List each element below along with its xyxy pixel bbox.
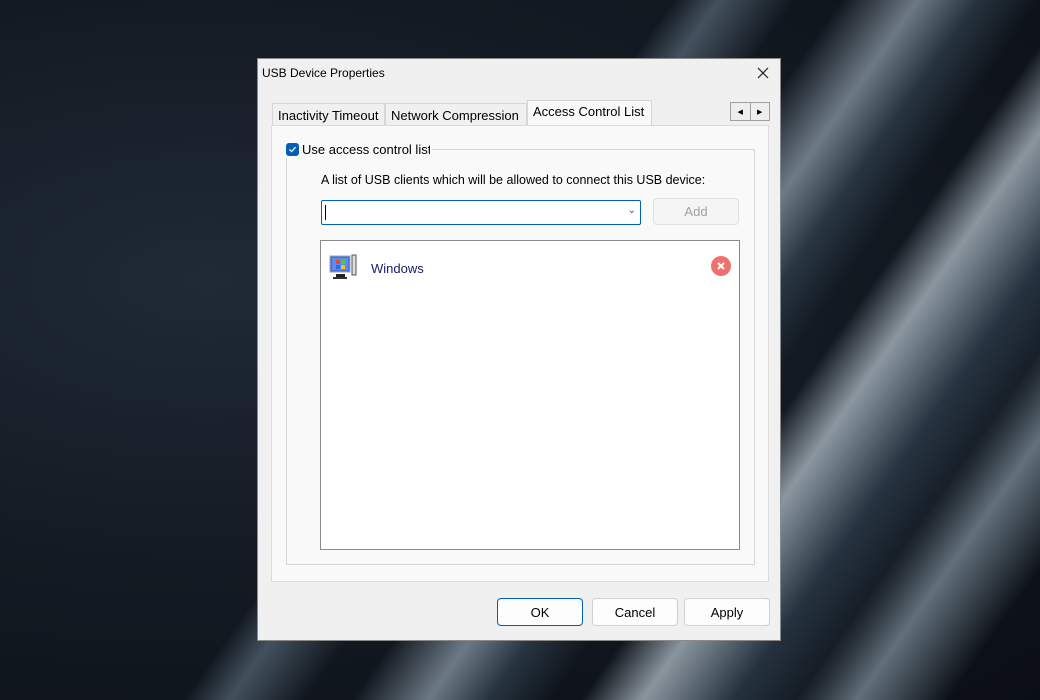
chevron-down-icon[interactable]: ⌄ bbox=[628, 205, 636, 216]
usb-device-properties-dialog: USB Device Properties Inactivity Timeout… bbox=[257, 58, 781, 641]
client-combobox[interactable]: ⌄ bbox=[321, 200, 641, 225]
acl-description: A list of USB clients which will be allo… bbox=[321, 173, 706, 187]
windows-computer-icon bbox=[329, 254, 357, 279]
tab-inactivity-timeout[interactable]: Inactivity Timeout bbox=[272, 103, 385, 125]
tab-scroll-buttons: ◀ ▶ bbox=[730, 102, 770, 121]
tab-panel: Use access control list A list of USB cl… bbox=[271, 125, 769, 582]
close-icon bbox=[757, 67, 769, 79]
apply-button[interactable]: Apply bbox=[684, 598, 770, 626]
list-item-label: Windows bbox=[371, 260, 424, 276]
scroll-left-button[interactable]: ◀ bbox=[731, 103, 751, 120]
text-caret bbox=[325, 205, 326, 220]
window-title: USB Device Properties bbox=[262, 66, 385, 80]
remove-icon bbox=[717, 262, 725, 270]
use-acl-checkbox[interactable] bbox=[286, 142, 299, 156]
scroll-left-icon: ◀ bbox=[737, 108, 743, 116]
remove-item-button[interactable] bbox=[711, 256, 731, 276]
list-item[interactable]: Windows bbox=[329, 253, 731, 283]
checkmark-icon bbox=[289, 146, 296, 153]
title-bar: USB Device Properties bbox=[258, 59, 780, 87]
close-button[interactable] bbox=[750, 61, 776, 85]
tab-network-compression[interactable]: Network Compression bbox=[385, 103, 527, 125]
ok-button[interactable]: OK bbox=[497, 598, 583, 626]
scroll-right-button[interactable]: ▶ bbox=[751, 103, 770, 120]
cancel-button[interactable]: Cancel bbox=[592, 598, 678, 626]
tab-access-control-list[interactable]: Access Control List bbox=[527, 100, 652, 126]
use-acl-label: Use access control list bbox=[302, 141, 430, 157]
use-acl-checkbox-row[interactable]: Use access control list bbox=[286, 140, 432, 158]
scroll-right-icon: ▶ bbox=[757, 108, 763, 116]
add-button[interactable]: Add bbox=[653, 198, 739, 225]
client-list[interactable]: Windows bbox=[320, 240, 740, 550]
